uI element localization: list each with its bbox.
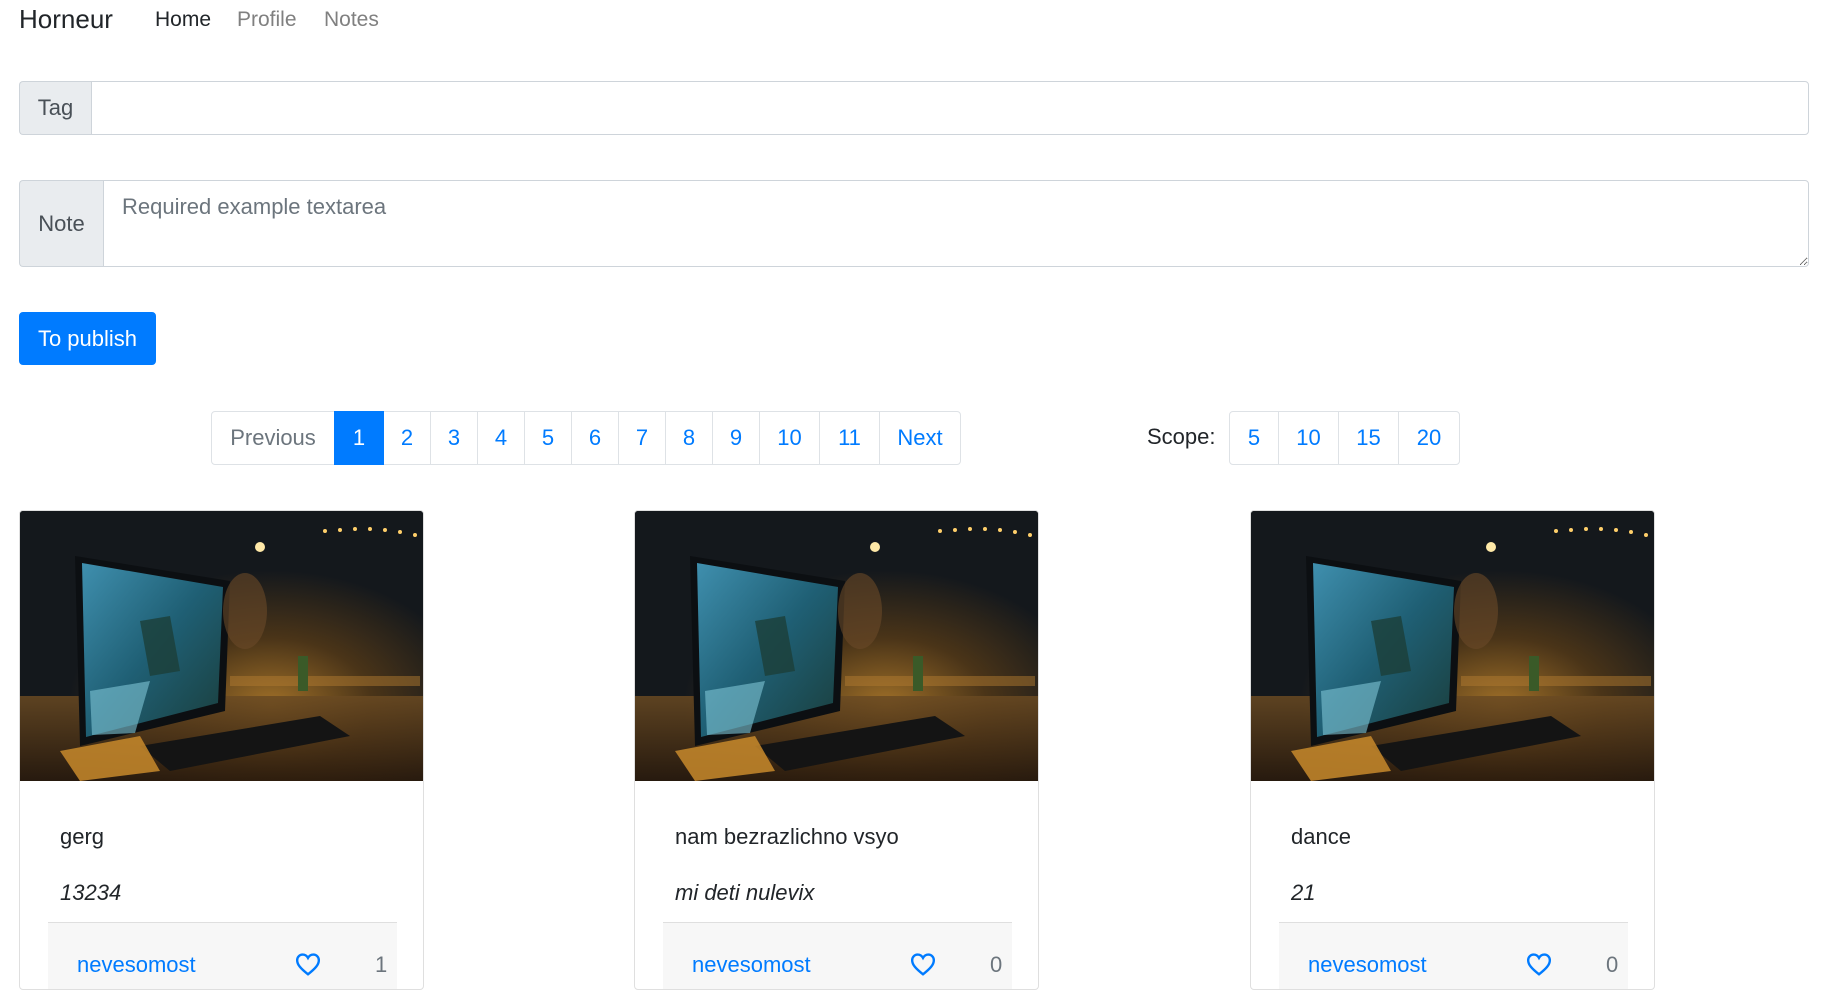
heart-icon[interactable] [910,952,936,976]
note-input-group: Note [19,180,1809,267]
tag-input[interactable] [91,81,1809,135]
card-footer: nevesomost 0 [663,922,1012,989]
page-3[interactable]: 3 [430,411,478,465]
note-card: dance 21 nevesomost 0 [1250,510,1655,990]
nav-profile[interactable]: Profile [237,7,297,33]
card-text: 21 [1291,880,1316,905]
like-count: 1 [375,952,388,977]
page-6[interactable]: 6 [571,411,619,465]
page-2[interactable]: 2 [383,411,431,465]
card-footer: nevesomost 1 [48,922,397,989]
card-image [20,511,423,781]
page-next[interactable]: Next [879,411,961,465]
page-4[interactable]: 4 [477,411,525,465]
scope-option-15[interactable]: 15 [1338,411,1399,465]
card-author-link[interactable]: nevesomost [692,952,811,978]
heart-icon[interactable] [1526,952,1552,976]
card-author-link[interactable]: nevesomost [1308,952,1427,978]
page-previous[interactable]: Previous [211,411,335,465]
like-count: 0 [1606,952,1619,977]
tag-label: Tag [19,81,91,135]
card-title: nam bezrazlichno vsyo [675,824,899,849]
page-1[interactable]: 1 [334,411,384,465]
note-textarea[interactable] [103,180,1809,267]
card-title: gerg [60,824,105,849]
brand-logo[interactable]: Horneur [19,2,113,36]
pagination: Previous 1 2 3 4 5 6 7 8 9 10 11 Next [211,411,961,465]
like-count: 0 [990,952,1003,977]
card-image [1251,511,1654,781]
card-text: 13234 [60,880,122,905]
card-author-link[interactable]: nevesomost [77,952,196,978]
scope-option-20[interactable]: 20 [1398,411,1460,465]
scope-selector: 5 10 15 20 [1229,411,1460,465]
page-9[interactable]: 9 [712,411,760,465]
page-8[interactable]: 8 [665,411,713,465]
page-7[interactable]: 7 [618,411,666,465]
tag-input-group: Tag [19,81,1809,135]
page-10[interactable]: 10 [759,411,820,465]
scope-option-5[interactable]: 5 [1229,411,1279,465]
nav-home[interactable]: Home [155,7,211,33]
scope-option-10[interactable]: 10 [1278,411,1339,465]
card-title: dance [1291,824,1351,849]
page-11[interactable]: 11 [819,411,880,465]
page-5[interactable]: 5 [524,411,572,465]
note-label: Note [19,180,103,267]
heart-icon[interactable] [295,952,321,976]
card-image [635,511,1038,781]
navbar: Horneur Home Profile Notes [0,0,1824,40]
card-footer: nevesomost 0 [1279,922,1628,989]
note-card: gerg 13234 nevesomost 1 [19,510,424,990]
scope-label: Scope: [1147,424,1216,449]
note-card: nam bezrazlichno vsyo mi deti nulevix ne… [634,510,1039,990]
card-text: mi deti nulevix [675,880,815,905]
nav-notes[interactable]: Notes [324,7,379,33]
publish-button[interactable]: To publish [19,312,156,365]
